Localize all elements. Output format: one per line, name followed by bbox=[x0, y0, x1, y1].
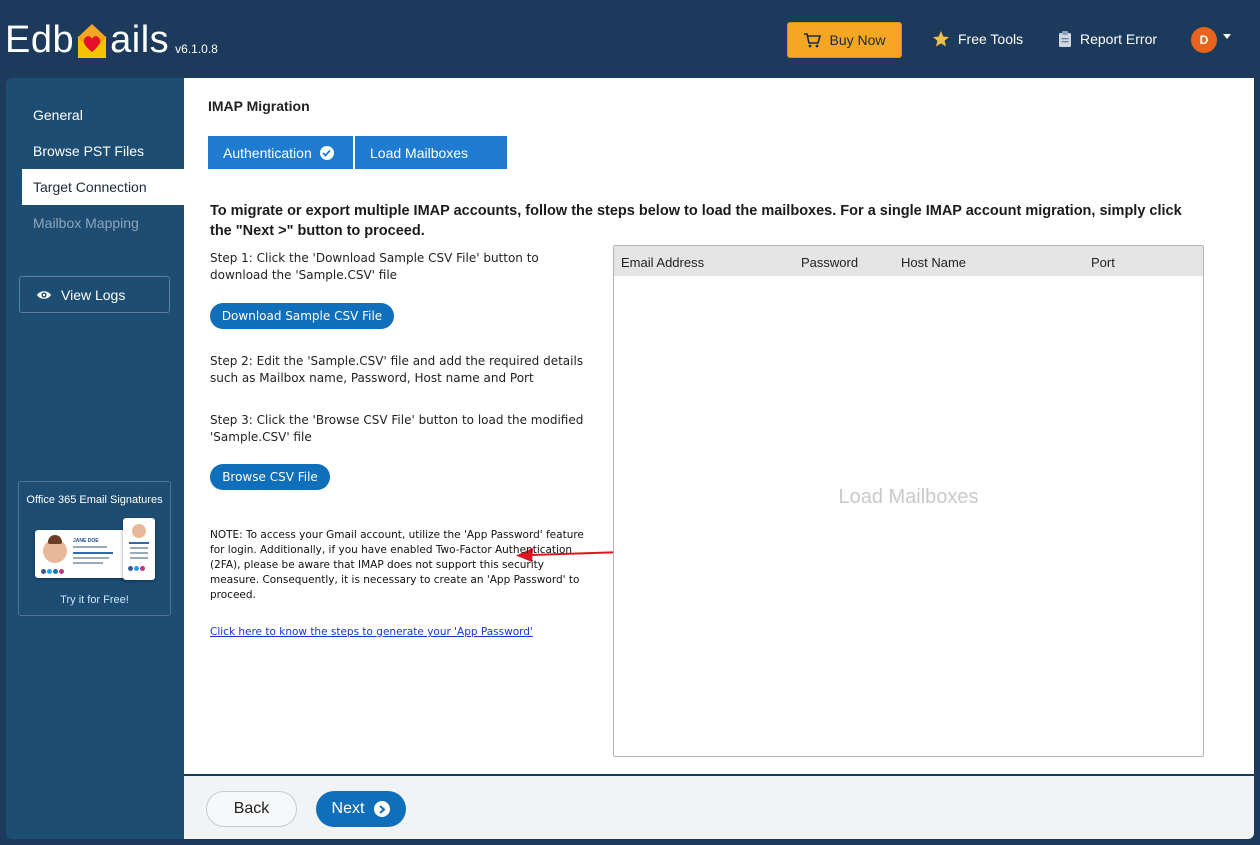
next-button[interactable]: Next bbox=[316, 791, 406, 827]
sidebar: General Browse PST Files Target Connecti… bbox=[6, 78, 184, 839]
mailbox-grid[interactable]: Email Address Password Host Name Port Lo… bbox=[613, 245, 1204, 757]
sidebar-item-mailbox-mapping: Mailbox Mapping bbox=[33, 215, 139, 231]
email-signatures-promo[interactable]: Office 365 Email Signatures JANE DOE Try… bbox=[18, 481, 171, 616]
sidebar-item-target-connection[interactable]: Target Connection bbox=[22, 169, 184, 205]
version-label: v6.1.0.8 bbox=[175, 42, 218, 56]
envelope-logo-icon bbox=[77, 24, 108, 58]
app-header: Edb ails v6.1.0.8 Buy Now Free Tools Rep… bbox=[0, 0, 1260, 78]
signature-card-mobile-preview bbox=[123, 518, 155, 580]
check-circle-icon bbox=[319, 145, 334, 160]
grid-header: Email Address Password Host Name Port bbox=[614, 246, 1203, 276]
grid-empty-placeholder: Load Mailboxes bbox=[838, 486, 979, 508]
column-email-address[interactable]: Email Address bbox=[621, 255, 704, 270]
step-2-text: Step 2: Edit the 'Sample.CSV' file and a… bbox=[210, 354, 584, 385]
edbmails-logo: Edb ails v6.1.0.8 bbox=[5, 19, 218, 61]
promo-try-free-link[interactable]: Try it for Free! bbox=[19, 594, 170, 606]
view-logs-button[interactable]: View Logs bbox=[19, 276, 170, 313]
chevron-right-circle-icon bbox=[374, 801, 391, 817]
star-tools-icon bbox=[933, 31, 949, 47]
eye-icon bbox=[37, 290, 51, 299]
tab-authentication[interactable]: Authentication bbox=[208, 136, 353, 169]
step-1-text: Step 1: Click the 'Download Sample CSV F… bbox=[210, 251, 539, 282]
instructions-heading: To migrate or export multiple IMAP accou… bbox=[210, 203, 1182, 239]
main-panel: IMAP Migration Authentication Load Mailb… bbox=[184, 78, 1254, 774]
clipboard-icon bbox=[1059, 31, 1071, 47]
app-password-help-link[interactable]: Click here to know the steps to generate… bbox=[210, 626, 533, 638]
step-3-text: Step 3: Click the 'Browse CSV File' butt… bbox=[210, 413, 584, 444]
column-password[interactable]: Password bbox=[801, 255, 858, 270]
promo-title: Office 365 Email Signatures bbox=[26, 494, 163, 506]
download-sample-csv-button[interactable]: Download Sample CSV File bbox=[210, 303, 394, 329]
back-button[interactable]: Back bbox=[206, 791, 297, 827]
tab-load-mailboxes[interactable]: Load Mailboxes bbox=[355, 136, 507, 169]
chevron-down-icon[interactable] bbox=[1223, 34, 1231, 39]
sidebar-item-browse-pst-files[interactable]: Browse PST Files bbox=[22, 133, 184, 169]
page-title: IMAP Migration bbox=[208, 98, 310, 114]
buy-now-button[interactable]: Buy Now bbox=[787, 22, 902, 58]
gmail-app-password-note: NOTE: To access your Gmail account, util… bbox=[210, 529, 584, 601]
browse-csv-button[interactable]: Browse CSV File bbox=[210, 464, 330, 490]
signature-card-preview: JANE DOE bbox=[35, 530, 133, 578]
column-host-name[interactable]: Host Name bbox=[901, 255, 966, 270]
sidebar-item-general[interactable]: General bbox=[22, 97, 184, 133]
report-error-link[interactable]: Report Error bbox=[1058, 30, 1157, 48]
cart-icon bbox=[804, 33, 822, 48]
user-avatar[interactable]: D bbox=[1191, 27, 1217, 53]
free-tools-link[interactable]: Free Tools bbox=[932, 30, 1023, 48]
wizard-footer: Back Next bbox=[184, 776, 1254, 839]
column-port[interactable]: Port bbox=[1091, 255, 1115, 270]
